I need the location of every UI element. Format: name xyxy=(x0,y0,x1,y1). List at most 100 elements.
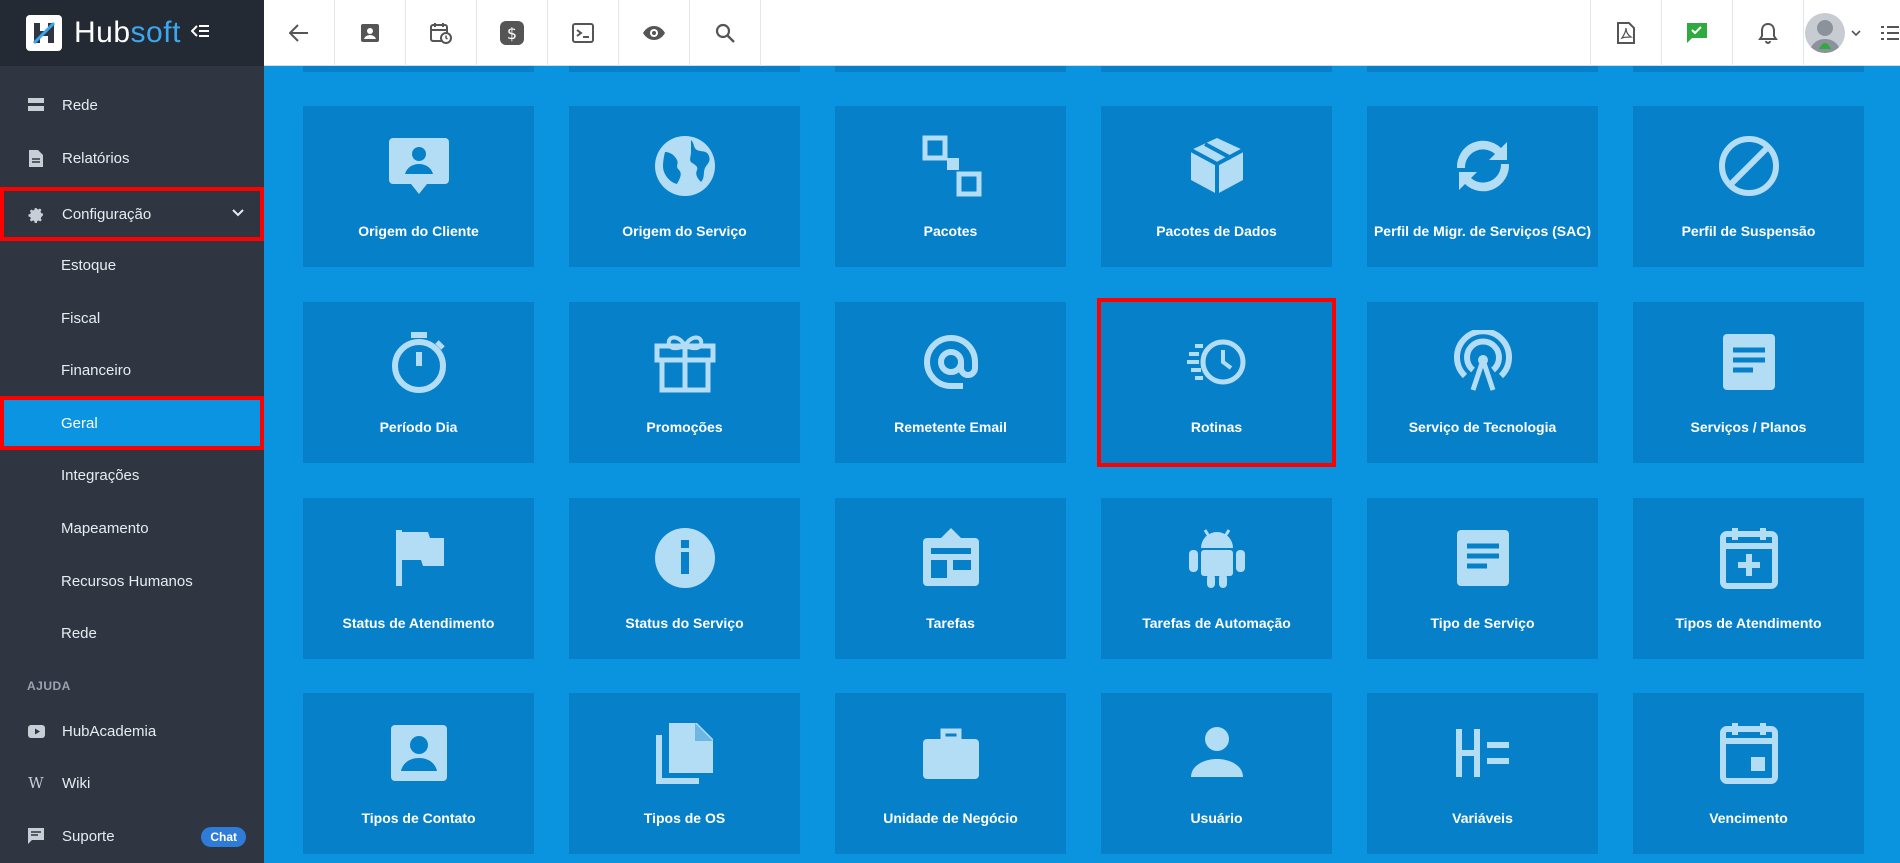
tile-status-do-servico[interactable]: Status do Serviço xyxy=(569,498,800,659)
board-icon xyxy=(922,528,979,586)
tile-partial xyxy=(835,66,1066,72)
files-icon xyxy=(655,723,713,784)
tile-servicos-planos[interactable]: Serviços / Planos xyxy=(1633,302,1864,463)
at-icon xyxy=(923,335,978,389)
report-icon xyxy=(26,148,46,168)
tile-tipo-de-servico[interactable]: Tipo de Serviço xyxy=(1367,498,1598,659)
info-icon xyxy=(654,528,715,588)
chevron-down-icon xyxy=(232,204,244,221)
tile-unidade-de-negocio[interactable]: Unidade de Negócio xyxy=(835,693,1066,854)
tile-perfil-de-suspensao[interactable]: Perfil de Suspensão xyxy=(1633,106,1864,267)
sidebar-item-rede[interactable]: Rede xyxy=(0,81,264,129)
globe-icon xyxy=(654,136,715,196)
help-section-title: AJUDA xyxy=(27,679,71,693)
tile-partial xyxy=(1367,66,1598,72)
sidebar-item-integracoes[interactable]: Integrações xyxy=(0,451,264,499)
tile-tarefas[interactable]: Tarefas xyxy=(835,498,1066,659)
gift-icon xyxy=(654,335,715,393)
sidebar-item-fiscal[interactable]: Fiscal xyxy=(0,294,264,342)
sidebar-item-relatorios[interactable]: Relatórios xyxy=(0,134,264,182)
tile-partial xyxy=(303,66,534,72)
bell-icon xyxy=(1758,22,1778,44)
tile-periodo-dia[interactable]: Período Dia xyxy=(303,302,534,463)
tile-status-de-atendimento[interactable]: Status de Atendimento xyxy=(303,498,534,659)
user-menu[interactable] xyxy=(1803,0,1900,66)
briefcase-icon xyxy=(922,728,979,779)
sidebar-item-geral[interactable]: Geral xyxy=(0,396,264,450)
tile-partial xyxy=(569,66,800,72)
sidebar-item-mapeamento[interactable]: Mapeamento xyxy=(0,504,264,552)
tile-tipos-de-contato[interactable]: Tipos de Contato xyxy=(303,693,534,854)
tile-pacotes-de-dados[interactable]: Pacotes de Dados xyxy=(1101,106,1332,267)
hubsoft-logo-icon xyxy=(26,15,62,51)
calendar-clock-button[interactable] xyxy=(406,0,477,66)
contact-icon xyxy=(390,725,447,781)
eye-icon xyxy=(643,26,665,40)
tasks-button[interactable] xyxy=(1661,0,1732,66)
financial-button[interactable]: $ xyxy=(477,0,548,66)
terminal-icon xyxy=(572,23,594,43)
avatar[interactable] xyxy=(1805,13,1845,53)
sidebar-item-wiki[interactable]: W Wiki xyxy=(0,759,264,807)
sidebar: Hubsoft Rede Relatórios Configuração Est… xyxy=(0,0,264,863)
chat-icon xyxy=(26,826,46,846)
box-icon xyxy=(1189,138,1244,194)
document-icon xyxy=(1456,530,1509,586)
tile-origem-do-servico[interactable]: Origem do Serviço xyxy=(569,106,800,267)
chat-check-icon xyxy=(1687,23,1707,43)
user-icon xyxy=(1190,727,1243,777)
sidebar-item-recursos-humanos[interactable]: Recursos Humanos xyxy=(0,557,264,605)
wikipedia-icon: W xyxy=(28,774,44,792)
antenna-icon xyxy=(1453,330,1512,391)
back-button[interactable] xyxy=(264,0,335,66)
sidebar-item-suporte[interactable]: Suporte Chat xyxy=(0,812,264,860)
contact-book-button[interactable] xyxy=(335,0,406,66)
document-icon xyxy=(1722,334,1775,390)
squares-icon xyxy=(922,135,981,197)
tile-promocoes[interactable]: Promoções xyxy=(569,302,800,463)
sidebar-item-financeiro[interactable]: Financeiro xyxy=(0,346,264,394)
tile-usuario[interactable]: Usuário xyxy=(1101,693,1332,854)
collapse-menu-icon[interactable] xyxy=(190,22,209,45)
calendar-plus-icon xyxy=(1719,528,1778,589)
tile-pacotes[interactable]: Pacotes xyxy=(835,106,1066,267)
sidebar-item-configuracao[interactable]: Configuração xyxy=(0,187,264,241)
calendar-clock-icon xyxy=(430,23,452,44)
timer-icon xyxy=(391,332,446,393)
list-menu-icon xyxy=(1881,26,1899,40)
tile-origem-do-cliente[interactable]: Origem do Cliente xyxy=(303,106,534,267)
tile-remetente-email[interactable]: Remetente Email xyxy=(835,302,1066,463)
chat-badge[interactable]: Chat xyxy=(201,827,246,847)
search-button[interactable] xyxy=(690,0,761,66)
tile-partial xyxy=(1633,66,1864,72)
brand: Hubsoft xyxy=(0,0,264,66)
tile-perfil-migr-servicos[interactable]: Perfil de Migr. de Serviços (SAC) xyxy=(1367,106,1598,267)
pdf-button[interactable] xyxy=(1590,0,1661,66)
tile-variaveis[interactable]: Variáveis xyxy=(1367,693,1598,854)
view-button[interactable] xyxy=(619,0,690,66)
contact-card-icon xyxy=(388,138,449,194)
dollar-icon: $ xyxy=(500,21,524,45)
calendar-icon xyxy=(1719,723,1778,784)
tile-tipos-de-os[interactable]: Tipos de OS xyxy=(569,693,800,854)
sidebar-item-estoque[interactable]: Estoque xyxy=(0,241,264,289)
tile-tipos-de-atendimento[interactable]: Tipos de Atendimento xyxy=(1633,498,1864,659)
tile-vencimento[interactable]: Vencimento xyxy=(1633,693,1864,854)
sidebar-item-rede-sub[interactable]: Rede xyxy=(0,609,264,657)
server-icon xyxy=(26,95,46,115)
chevron-down-icon xyxy=(1851,29,1861,36)
notifications-button[interactable] xyxy=(1732,0,1803,66)
sidebar-item-hubacademia[interactable]: HubAcademia xyxy=(0,707,264,755)
android-icon xyxy=(1188,529,1245,588)
variables-icon xyxy=(1455,729,1509,777)
pdf-file-icon xyxy=(1617,22,1635,44)
brand-name: Hubsoft xyxy=(74,16,181,49)
contact-book-icon xyxy=(361,24,379,42)
tile-tarefas-de-automacao[interactable]: Tarefas de Automação xyxy=(1101,498,1332,659)
tile-rotinas[interactable]: Rotinas xyxy=(1097,298,1336,467)
terminal-button[interactable] xyxy=(548,0,619,66)
arrow-left-icon xyxy=(289,24,308,42)
svg-text:$: $ xyxy=(507,24,517,43)
tile-servico-de-tecnologia[interactable]: Serviço de Tecnologia xyxy=(1367,302,1598,463)
sync-icon xyxy=(1456,140,1509,192)
